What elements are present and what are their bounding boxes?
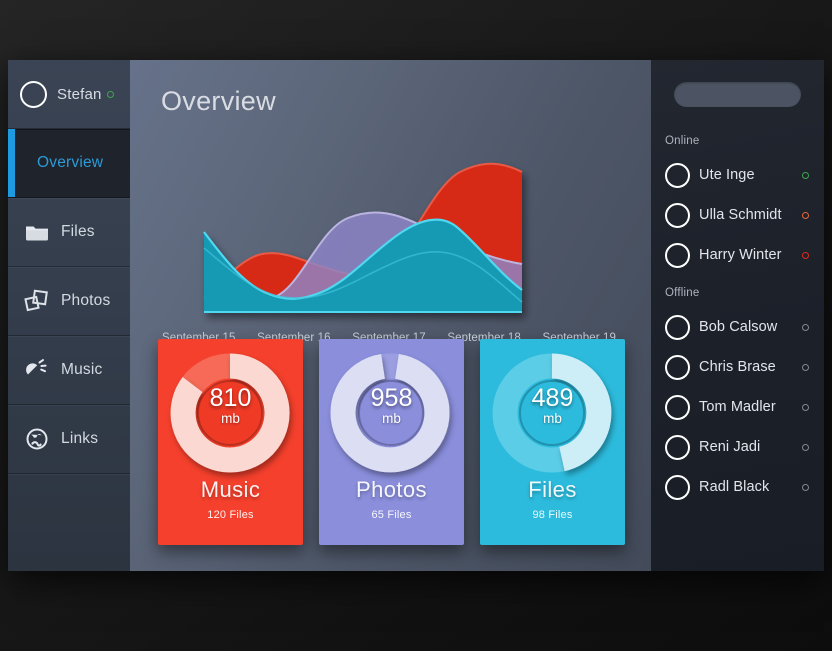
page-title: Overview [161, 86, 276, 117]
contact-name: Tom Madler [699, 399, 776, 415]
sidebar-item-label: Overview [37, 154, 103, 172]
card-file-count: 65 Files [319, 509, 464, 521]
photos-icon [24, 288, 50, 314]
card-title: Music [158, 477, 303, 503]
status-dot [802, 324, 809, 331]
storage-card-photos[interactable]: 958 mb Photos 65 Files [319, 339, 464, 545]
avatar [665, 315, 690, 340]
storage-card-music[interactable]: 810 mb Music 120 Files [158, 339, 303, 545]
sidebar-item-music[interactable]: Music [8, 336, 130, 405]
avatar [665, 163, 690, 188]
contact-row-bob-calsow[interactable]: Bob Calsow [651, 307, 824, 347]
card-title: Photos [319, 477, 464, 503]
contact-row-tom-madler[interactable]: Tom Madler [651, 387, 824, 427]
contacts-panel: Online Ute Inge Ulla Schmidt Harry Winte… [651, 60, 824, 571]
globe-icon [24, 426, 50, 452]
folder-icon [24, 219, 50, 245]
avatar [665, 435, 690, 460]
contact-row-chris-brase[interactable]: Chris Brase [651, 347, 824, 387]
card-file-count: 98 Files [480, 509, 625, 521]
sidebar-user-name: Stefan [57, 86, 102, 103]
sidebar-item-label: Files [61, 223, 95, 241]
sidebar-item-label: Links [61, 430, 98, 448]
status-dot [802, 364, 809, 371]
status-dot [802, 252, 809, 259]
contact-name: Radl Black [699, 479, 769, 495]
main-content: Overview [130, 60, 651, 571]
avatar [665, 395, 690, 420]
contact-row-ulla-schmidt[interactable]: Ulla Schmidt [651, 195, 824, 235]
avatar [20, 81, 47, 108]
status-dot [802, 404, 809, 411]
sidebar-item-label: Photos [61, 292, 110, 310]
files-donut-chart [480, 339, 625, 484]
contact-row-reni-jadi[interactable]: Reni Jadi [651, 427, 824, 467]
status-dot [802, 444, 809, 451]
contact-name: Ute Inge [699, 167, 755, 183]
avatar [665, 475, 690, 500]
contact-row-harry-winter[interactable]: Harry Winter [651, 235, 824, 275]
sidebar-item-photos[interactable]: Photos [8, 267, 130, 336]
status-dot [802, 172, 809, 179]
card-file-count: 120 Files [158, 509, 303, 521]
overview-area-chart [154, 130, 614, 330]
status-dot [802, 212, 809, 219]
sidebar-item-files[interactable]: Files [8, 198, 130, 267]
contact-name: Chris Brase [699, 359, 776, 375]
contact-row-ute-inge[interactable]: Ute Inge [651, 155, 824, 195]
sidebar-filler [8, 474, 130, 571]
contacts-group-label-offline: Offline [665, 287, 824, 299]
card-title: Files [480, 477, 625, 503]
avatar [665, 203, 690, 228]
contact-name: Harry Winter [699, 247, 782, 263]
contact-name: Reni Jadi [699, 439, 760, 455]
chart-canvas [154, 130, 614, 330]
avatar [665, 355, 690, 380]
storage-card-files[interactable]: 489 mb Files 98 Files [480, 339, 625, 545]
sidebar-item-links[interactable]: Links [8, 405, 130, 474]
app-window: Stefan Overview Files Photos [8, 60, 824, 571]
sidebar-user-profile[interactable]: Stefan [8, 60, 130, 129]
sidebar: Stefan Overview Files Photos [8, 60, 130, 571]
avatar [665, 243, 690, 268]
sidebar-item-label: Music [61, 361, 102, 379]
contact-name: Ulla Schmidt [699, 207, 782, 223]
search-input[interactable] [674, 82, 801, 107]
storage-cards: 810 mb Music 120 Files [158, 339, 625, 545]
sidebar-item-overview[interactable]: Overview [8, 129, 130, 198]
contact-name: Bob Calsow [699, 319, 777, 335]
photos-donut-chart [319, 339, 464, 484]
contacts-group-label-online: Online [665, 135, 824, 147]
music-speaker-icon [24, 357, 50, 383]
status-dot [802, 484, 809, 491]
contact-row-radl-black[interactable]: Radl Black [651, 467, 824, 507]
music-donut-chart [158, 339, 303, 484]
status-dot-online [107, 91, 114, 98]
